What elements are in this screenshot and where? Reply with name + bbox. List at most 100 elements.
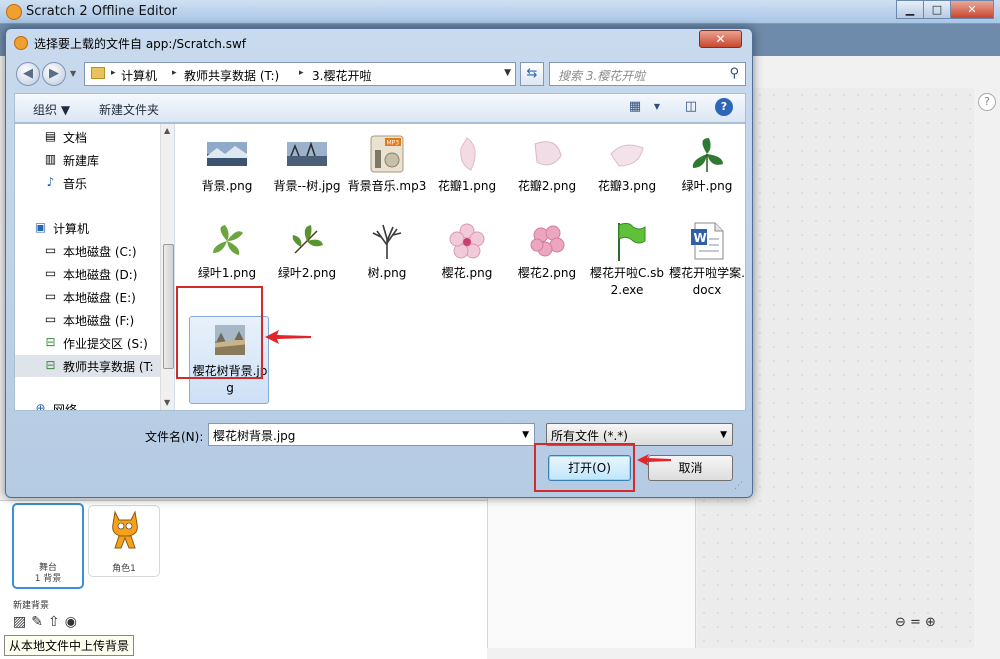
scroll-down-icon[interactable]: ▼ (164, 398, 170, 407)
file-item[interactable]: 樱花2.png (507, 217, 587, 305)
red-arrow-icon (637, 454, 671, 466)
highlight-box-selected-file (176, 286, 263, 379)
nav-item-drive-e[interactable]: ▭ 本地磁盘 (E:) (15, 286, 160, 308)
nav-item-label: 本地磁盘 (F:) (63, 314, 135, 328)
nav-item-library[interactable]: ▥ 新建库 (15, 149, 160, 171)
close-button[interactable]: ✕ (950, 0, 994, 19)
nav-item-label: 本地磁盘 (D:) (63, 268, 138, 282)
nav-item-network[interactable]: ⊕ 网络 (15, 398, 160, 410)
file-open-dialog: 选择要上载的文件自 app:/Scratch.swf ✕ ◀ ▶ ▼ ▸ 计算机… (5, 28, 753, 498)
chevron-down-icon[interactable]: ▼ (504, 68, 511, 78)
nav-item-label: 计算机 (53, 222, 90, 236)
blossom-thumbnail-icon (530, 225, 565, 257)
scrollbar-thumb[interactable] (163, 244, 174, 369)
nav-item-drive-f[interactable]: ▭ 本地磁盘 (F:) (15, 309, 160, 331)
upload-tooltip: 从本地文件中上传背景 (4, 635, 135, 656)
nav-item-computer[interactable]: ▣ 计算机 (15, 217, 160, 239)
sprite-thumbnail[interactable]: 角色1 (88, 505, 160, 577)
file-item[interactable]: 背景--树.jpg (267, 130, 347, 218)
nav-item-label: 本地磁盘 (E:) (63, 291, 136, 305)
file-item[interactable]: 花瓣2.png (507, 130, 587, 218)
back-button[interactable]: ◀ (16, 62, 40, 86)
file-name: 樱花开啦C.sb2.exe (589, 266, 665, 297)
dialog-close-button[interactable]: ✕ (699, 30, 742, 48)
breadcrumb-separator-icon: ▸ (299, 68, 304, 78)
address-bar[interactable]: ▸ 计算机 ▸ 教师共享数据 (T:) ▸ 3.樱花开啦 ▼ (84, 62, 516, 86)
file-name: 樱花.png (441, 266, 493, 280)
file-item[interactable]: 樱花开啦C.sb2.exe (587, 217, 667, 305)
nav-item-label: 作业提交区 (S:) (63, 337, 148, 351)
dialog-app-icon (14, 36, 28, 50)
view-options-icon[interactable]: ▦ (627, 99, 643, 115)
nav-item-label: 教师共享数据 (T: (63, 360, 154, 374)
search-input[interactable]: 搜索 3.樱花开啦 ⚲ (549, 62, 746, 86)
upload-backdrop-icon[interactable]: ⇧ (48, 614, 60, 630)
file-item[interactable]: 背景.png (187, 130, 267, 218)
minimize-button[interactable]: ▁ (896, 0, 924, 19)
file-name: 绿叶2.png (277, 266, 337, 280)
file-item[interactable]: 绿叶.png (667, 130, 747, 218)
breadcrumb-folder[interactable]: 3.樱花开啦 (312, 67, 371, 84)
nav-item-label: 网络 (53, 403, 78, 410)
mp3-file-icon: MP3 (370, 135, 404, 173)
nav-scrollbar[interactable]: ▲ ▼ (160, 124, 174, 410)
camera-icon[interactable]: ◉ (65, 614, 77, 630)
recent-pages-icon[interactable]: ▼ (70, 69, 76, 78)
filename-input[interactable]: 樱花树背景.jpg ▼ (208, 423, 535, 446)
stage-thumbnail[interactable]: 舞台 1 背景 (12, 503, 84, 589)
scratch-cat-icon (112, 510, 138, 549)
search-icon[interactable]: ⚲ (729, 66, 739, 81)
petal-thumbnail-icon (534, 141, 562, 166)
drive-icon: ▭ (44, 243, 57, 257)
leaf-thumbnail-icon (213, 225, 243, 255)
file-item[interactable]: 绿叶2.png (267, 217, 347, 305)
highlight-box-open-button (534, 443, 635, 492)
command-bar: 组织 ▼ 新建文件夹 ▦ ▼ ◫ ? (14, 93, 746, 123)
refresh-icon[interactable]: ⇆ (520, 62, 544, 86)
nav-item-drive-t[interactable]: ⊟ 教师共享数据 (T: (15, 355, 160, 377)
resize-grip-icon[interactable]: ⋰ (734, 481, 743, 491)
forward-button[interactable]: ▶ (42, 62, 66, 86)
file-item[interactable]: 树.png (347, 217, 427, 305)
paint-backdrop-icon[interactable]: ✎ (31, 614, 43, 630)
zoom-controls[interactable]: ⊖ = ⊕ (895, 615, 936, 630)
organize-menu[interactable]: 组织 ▼ (33, 101, 70, 118)
breadcrumb-computer[interactable]: 计算机 (121, 67, 157, 84)
breadcrumb-drive[interactable]: 教师共享数据 (T:) (184, 67, 279, 84)
nav-item-music[interactable]: ♪ 音乐 (15, 172, 160, 194)
file-name: 花瓣1.png (437, 179, 497, 193)
new-folder-button[interactable]: 新建文件夹 (99, 101, 159, 118)
blossom-thumbnail-icon (449, 223, 485, 259)
file-type-value: 所有文件 (*.*) (551, 429, 628, 443)
file-name: 花瓣3.png (597, 179, 657, 193)
petal-thumbnail-icon (610, 144, 644, 167)
chevron-down-icon[interactable]: ▼ (522, 430, 529, 440)
address-row: ◀ ▶ ▼ ▸ 计算机 ▸ 教师共享数据 (T:) ▸ 3.樱花开啦 ▼ ⇆ 搜… (14, 61, 746, 89)
view-dropdown-icon[interactable]: ▼ (649, 102, 665, 118)
nav-item-documents[interactable]: ▤ 文档 (15, 126, 160, 148)
stage-label: 舞台 (38, 563, 57, 573)
petal-thumbnail-icon (460, 137, 476, 171)
scroll-up-icon[interactable]: ▲ (164, 126, 170, 135)
maximize-button[interactable]: □ (923, 0, 951, 19)
nav-item-drive-s[interactable]: ⊟ 作业提交区 (S:) (15, 332, 160, 354)
file-item[interactable]: 花瓣1.png (427, 130, 507, 218)
file-item[interactable]: W 樱花开啦学案.docx (667, 217, 747, 305)
nav-item-drive-d[interactable]: ▭ 本地磁盘 (D:) (15, 263, 160, 285)
word-document-icon: W (691, 222, 724, 260)
help-icon[interactable]: ? (978, 93, 996, 111)
window-title: Scratch 2 Offline Editor (26, 4, 177, 19)
nav-item-drive-c[interactable]: ▭ 本地磁盘 (C:) (15, 240, 160, 262)
choose-backdrop-icon[interactable]: ▨ (13, 614, 26, 630)
file-name: 树.png (367, 266, 407, 280)
file-name: 花瓣2.png (517, 179, 577, 193)
file-item[interactable]: 樱花.png (427, 217, 507, 305)
chevron-down-icon[interactable]: ▼ (720, 430, 727, 440)
network-drive-icon: ⊟ (45, 358, 56, 372)
file-name: 绿叶.png (681, 179, 733, 193)
help-icon[interactable]: ? (715, 98, 733, 116)
nav-item-label: 本地磁盘 (C:) (63, 245, 137, 259)
file-item[interactable]: MP3 背景音乐.mp3 (347, 130, 427, 218)
file-item[interactable]: 花瓣3.png (587, 130, 667, 218)
preview-pane-icon[interactable]: ◫ (683, 99, 699, 115)
